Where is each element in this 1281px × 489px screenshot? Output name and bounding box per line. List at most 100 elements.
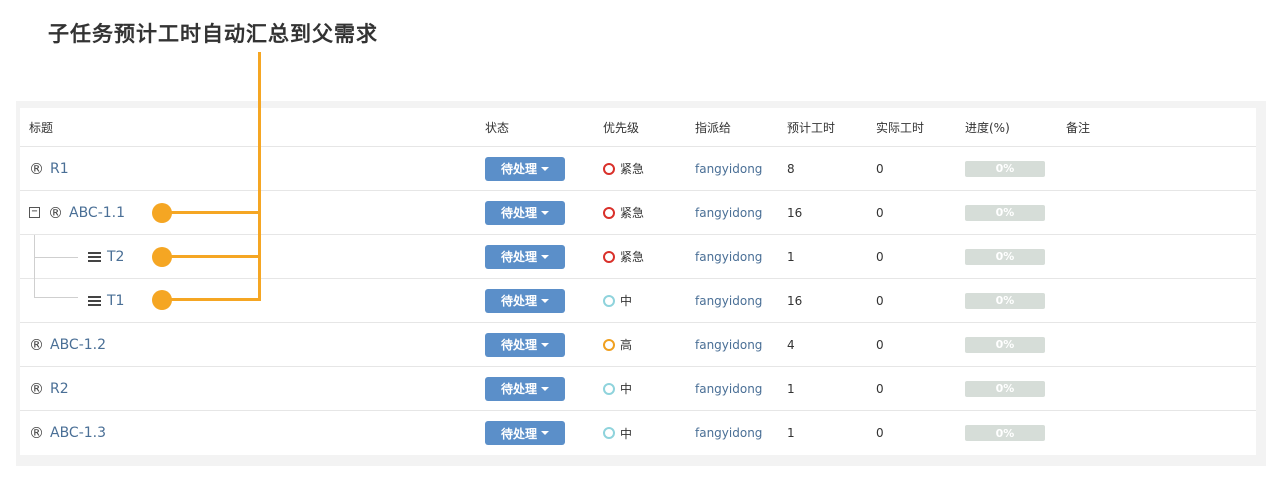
header-assignee[interactable]: 指派给 xyxy=(695,108,731,146)
status-cell: 待处理 xyxy=(485,235,565,278)
title-cell: ® ABC-1.3 xyxy=(29,411,106,455)
requirement-link[interactable]: R2 xyxy=(50,381,69,397)
priority-label: 紧急 xyxy=(620,250,645,264)
progress-cell: 0% xyxy=(965,279,1045,322)
requirement-link[interactable]: ABC-1.3 xyxy=(50,425,106,441)
actual-cell: 0 xyxy=(876,235,884,278)
title-cell: − ® ABC-1.1 xyxy=(29,191,125,234)
header-actual[interactable]: 实际工时 xyxy=(876,108,924,146)
title-cell: ® ABC-1.2 xyxy=(29,323,106,366)
priority-medium-icon xyxy=(603,294,615,307)
status-label: 待处理 xyxy=(500,206,537,220)
assignee-cell: fangyidong xyxy=(695,367,762,410)
requirement-link[interactable]: ABC-1.2 xyxy=(50,337,106,353)
progress-cell: 0% xyxy=(965,367,1045,410)
progress-cell: 0% xyxy=(965,323,1045,366)
status-label: 待处理 xyxy=(500,426,537,441)
requirement-link[interactable]: R1 xyxy=(50,161,69,177)
callout-connector-line xyxy=(162,211,260,214)
estimated-cell: 1 xyxy=(787,235,795,278)
assignee-link[interactable]: fangyidong xyxy=(695,338,762,352)
priority-label: 高 xyxy=(620,338,633,352)
callout-vertical-line xyxy=(258,52,261,301)
estimated-hours: 16 xyxy=(787,293,803,308)
priority-medium-icon xyxy=(603,382,615,395)
caret-down-icon xyxy=(541,210,549,215)
header-estimated[interactable]: 预计工时 xyxy=(787,108,835,146)
status-dropdown[interactable]: 待处理 xyxy=(485,332,565,357)
status-cell: 待处理 xyxy=(485,411,565,455)
tree-connector-line xyxy=(34,235,35,297)
progress-bar: 0% xyxy=(965,425,1045,441)
header-progress[interactable]: 进度(%) xyxy=(965,108,1010,146)
requirements-table: 标题 状态 优先级 指派给 预计工时 实际工时 进度(%) 备注 ® R1 待处… xyxy=(20,108,1256,455)
assignee-link[interactable]: fangyidong xyxy=(695,426,762,440)
caret-down-icon xyxy=(541,298,549,303)
progress-cell: 0% xyxy=(965,147,1045,190)
registered-icon: ® xyxy=(48,203,63,222)
progress-bar: 0% xyxy=(965,292,1045,309)
task-list-icon xyxy=(88,295,101,306)
progress-cell: 0% xyxy=(965,235,1045,278)
priority-cell: 紧急 xyxy=(603,235,644,278)
collapse-minus-icon[interactable]: − xyxy=(29,207,40,218)
estimated-hours: 16 xyxy=(787,205,803,220)
estimated-cell: 16 xyxy=(787,279,802,322)
status-dropdown[interactable]: 待处理 xyxy=(485,288,565,313)
header-priority[interactable]: 优先级 xyxy=(603,108,639,146)
assignee-link[interactable]: fangyidong xyxy=(695,294,762,308)
assignee-link[interactable]: fangyidong xyxy=(695,206,762,220)
priority-label: 中 xyxy=(620,426,633,441)
status-label: 待处理 xyxy=(500,294,537,308)
table-header: 标题 状态 优先级 指派给 预计工时 实际工时 进度(%) 备注 xyxy=(20,108,1256,147)
header-title[interactable]: 标题 xyxy=(29,108,53,146)
task-link[interactable]: T2 xyxy=(107,249,124,265)
actual-hours: 0 xyxy=(876,337,884,352)
assignee-cell: fangyidong xyxy=(695,147,762,190)
assignee-link[interactable]: fangyidong xyxy=(695,382,762,396)
actual-hours: 0 xyxy=(876,381,884,396)
registered-icon: ® xyxy=(29,379,44,398)
priority-medium-icon xyxy=(603,427,615,439)
estimated-hours: 1 xyxy=(787,381,795,396)
actual-cell: 0 xyxy=(876,323,884,366)
actual-hours: 0 xyxy=(876,426,884,440)
status-dropdown[interactable]: 待处理 xyxy=(485,421,565,445)
callout-dot xyxy=(152,203,172,223)
title-cell: T1 xyxy=(88,279,124,322)
priority-label: 紧急 xyxy=(620,162,645,176)
priority-cell: 中 xyxy=(603,411,632,455)
callout-dot xyxy=(152,290,172,310)
status-dropdown[interactable]: 待处理 xyxy=(485,244,565,269)
status-dropdown[interactable]: 待处理 xyxy=(485,156,565,181)
status-dropdown[interactable]: 待处理 xyxy=(485,200,565,225)
assignee-cell: fangyidong xyxy=(695,323,762,366)
progress-bar: 0% xyxy=(965,380,1045,397)
priority-urgent-icon xyxy=(603,250,615,263)
title-cell: ® R2 xyxy=(29,367,69,410)
task-link[interactable]: T1 xyxy=(107,293,124,309)
header-status[interactable]: 状态 xyxy=(485,108,509,146)
header-note[interactable]: 备注 xyxy=(1066,108,1090,146)
priority-cell: 紧急 xyxy=(603,191,644,234)
priority-cell: 紧急 xyxy=(603,147,644,190)
caret-down-icon xyxy=(541,254,549,259)
table-row: ® R1 待处理 紧急 fangyidong 8 0 0% xyxy=(20,147,1256,191)
requirement-link[interactable]: ABC-1.1 xyxy=(69,205,125,221)
priority-cell: 中 xyxy=(603,367,632,410)
actual-hours: 0 xyxy=(876,293,884,308)
table-panel: 标题 状态 优先级 指派给 预计工时 实际工时 进度(%) 备注 ® R1 待处… xyxy=(16,101,1266,466)
assignee-link[interactable]: fangyidong xyxy=(695,250,762,264)
estimated-hours: 8 xyxy=(787,161,795,176)
actual-hours: 0 xyxy=(876,249,884,264)
progress-bar: 0% xyxy=(965,160,1045,177)
status-cell: 待处理 xyxy=(485,323,565,366)
status-cell: 待处理 xyxy=(485,147,565,190)
caret-down-icon xyxy=(541,166,549,171)
caret-down-icon xyxy=(541,386,549,391)
status-dropdown[interactable]: 待处理 xyxy=(485,376,565,401)
estimated-cell: 1 xyxy=(787,411,795,455)
callout-connector-line xyxy=(162,298,260,301)
assignee-link[interactable]: fangyidong xyxy=(695,162,762,176)
status-cell: 待处理 xyxy=(485,191,565,234)
